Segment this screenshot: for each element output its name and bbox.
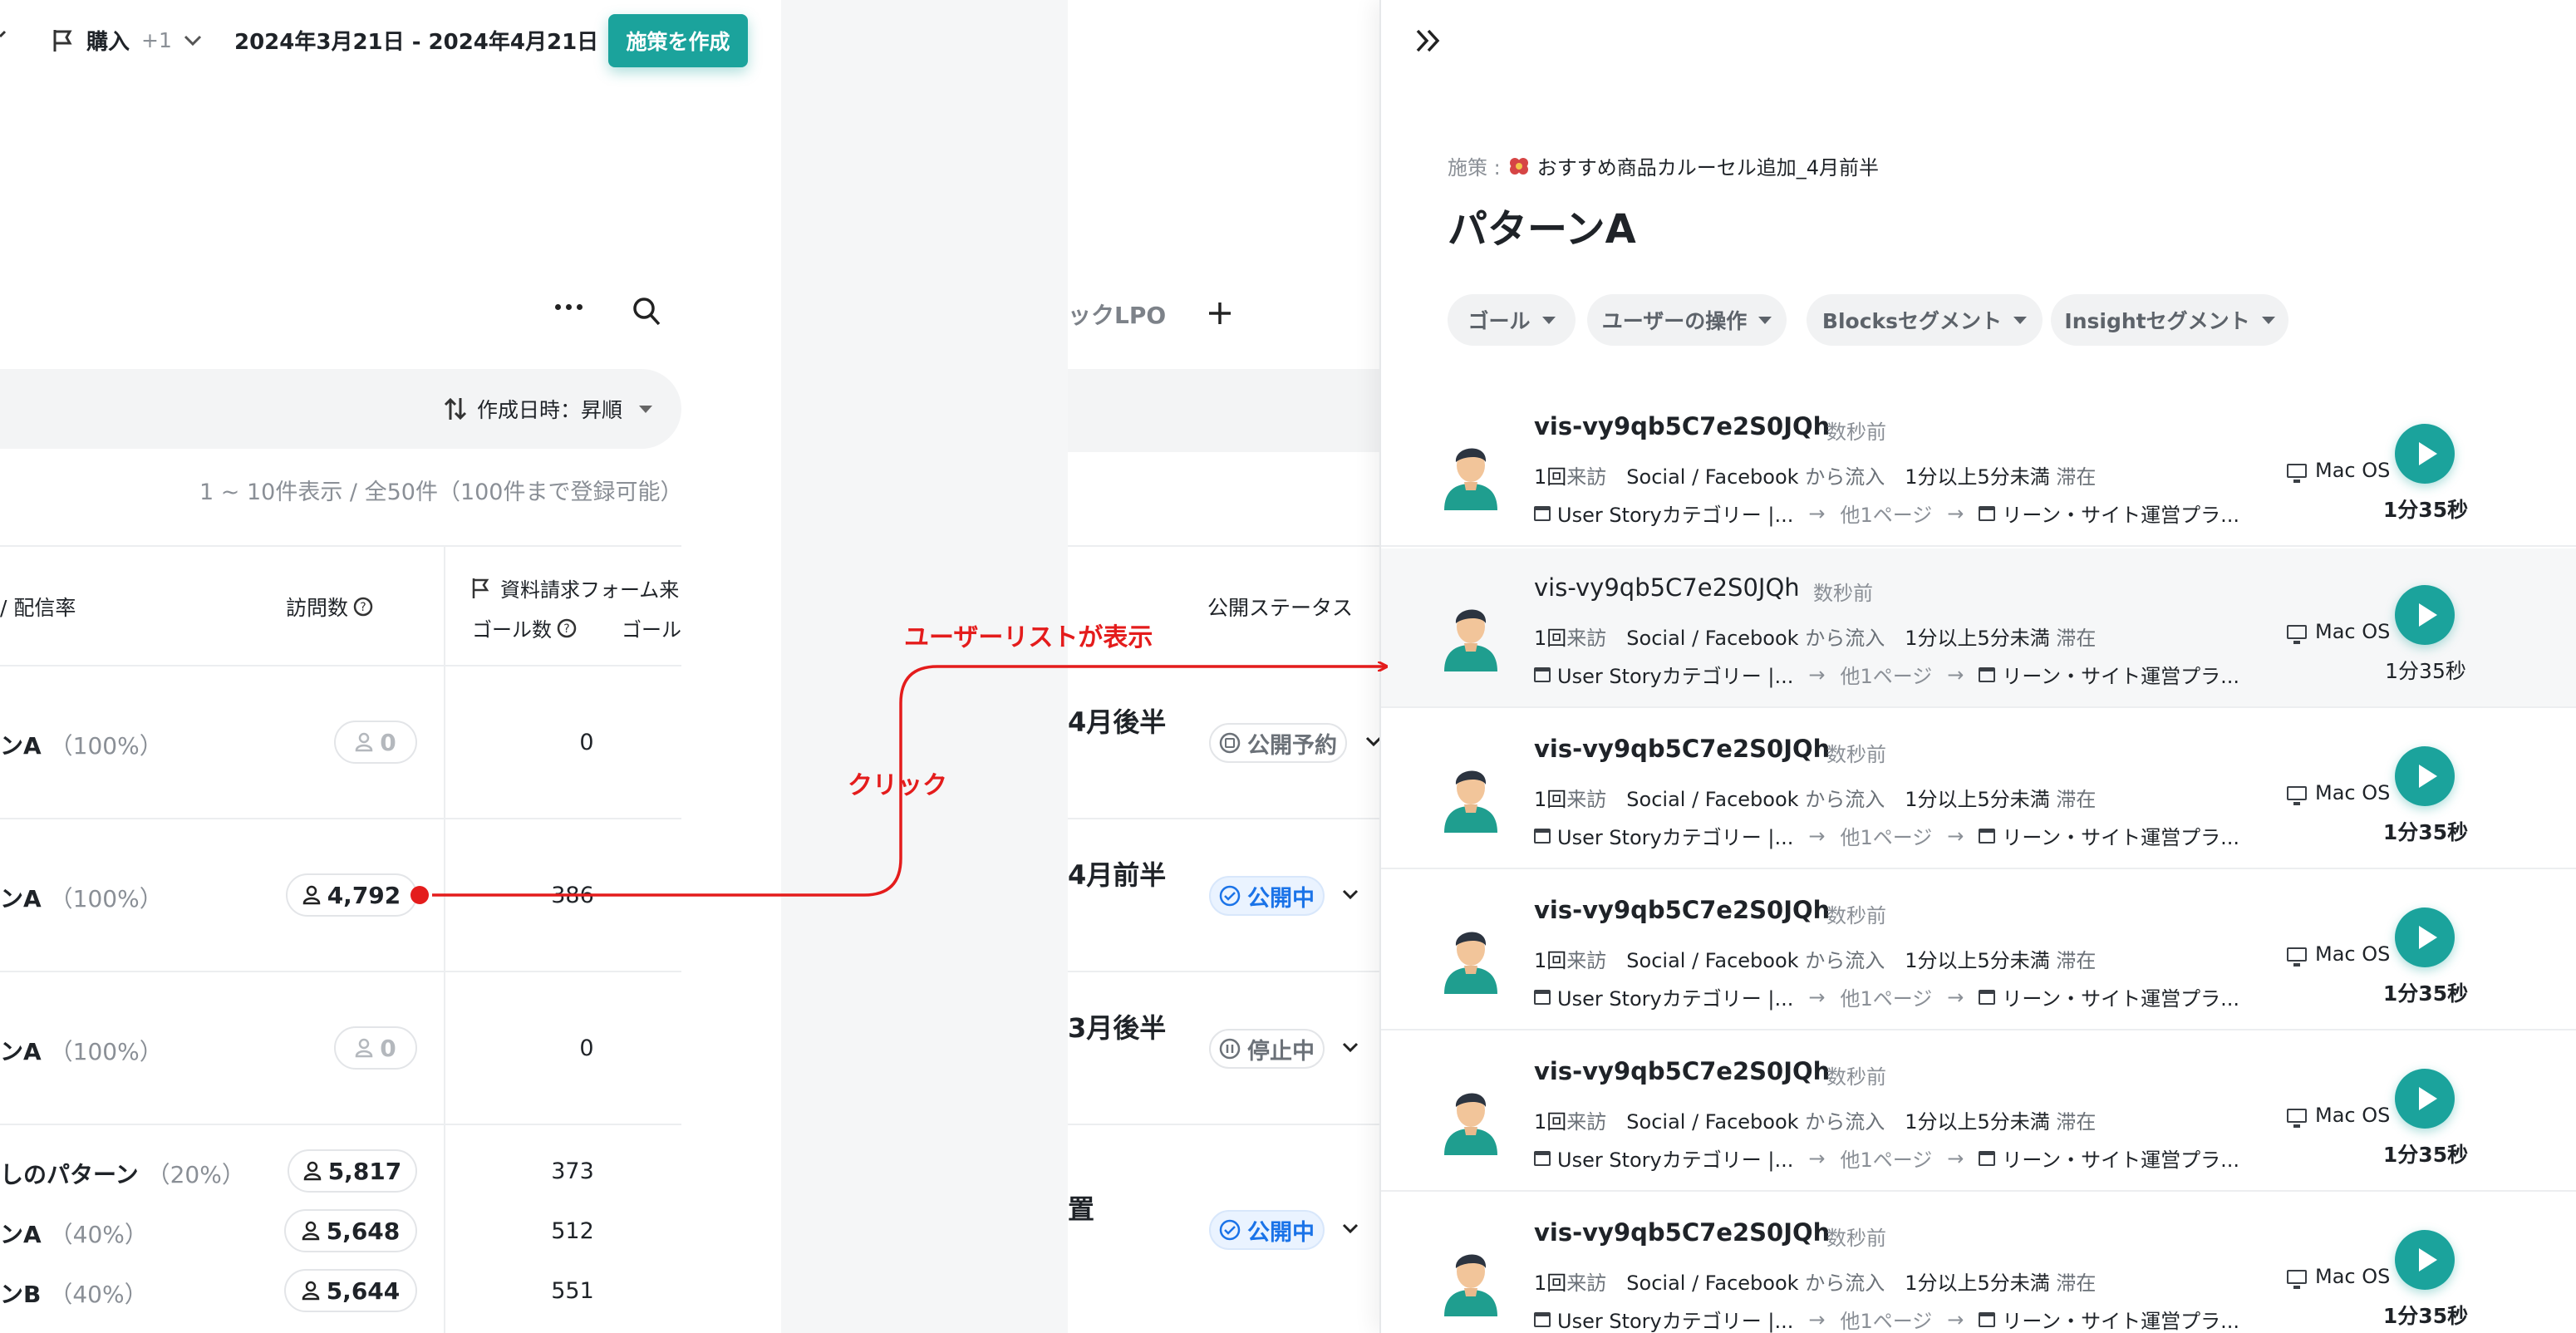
annotation-overlay [410,0,2576,904]
annotation-click-label: クリック [848,771,947,800]
annotation-user-list-label: ユーザーリストが表示 [904,623,1153,652]
annotation-click-dot [410,886,429,904]
